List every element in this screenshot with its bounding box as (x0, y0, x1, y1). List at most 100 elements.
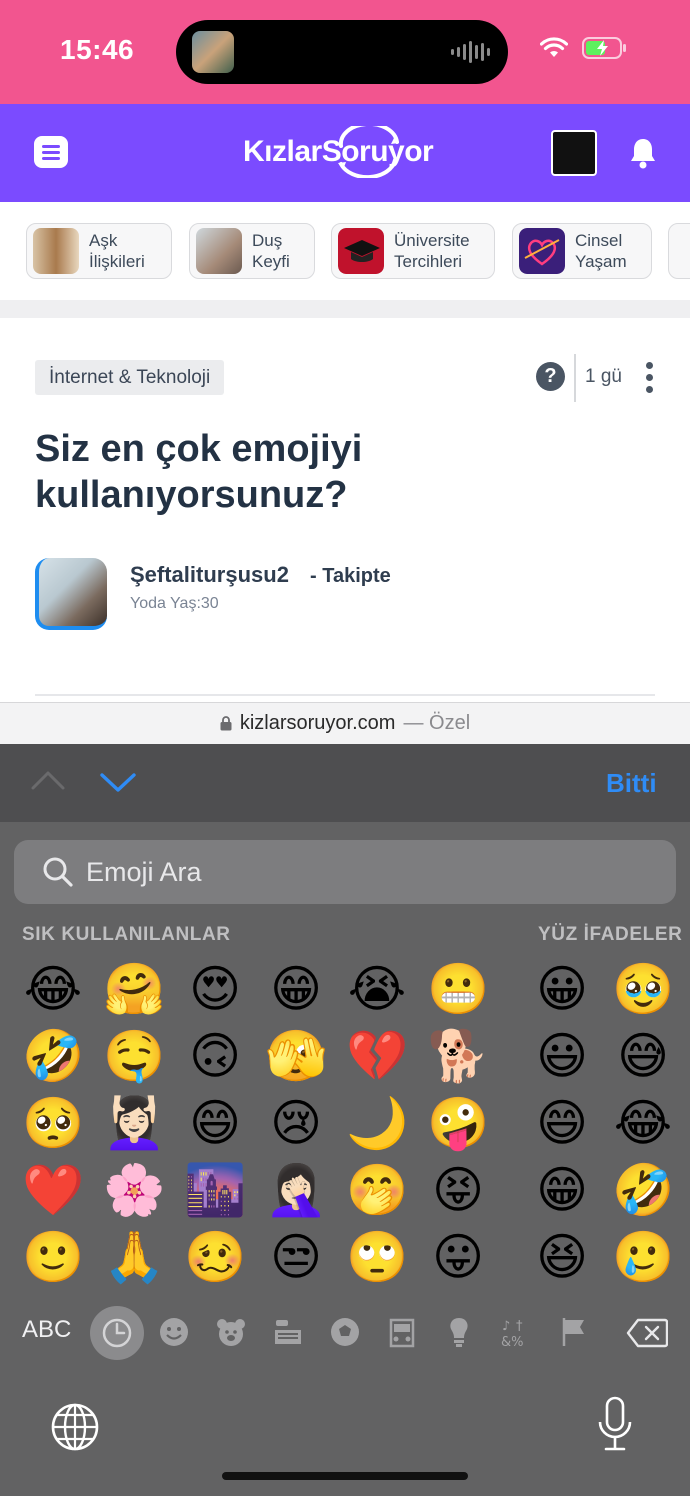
user-avatar[interactable] (551, 130, 597, 176)
emoji-key[interactable]: 😝 (427, 1159, 489, 1221)
emoji-search-input[interactable]: Emoji Ara (14, 840, 676, 904)
emoji-key[interactable]: 🥴 (184, 1226, 246, 1288)
emoji-key[interactable]: 🙂 (22, 1226, 84, 1288)
abc-key[interactable]: ABC (22, 1316, 71, 1344)
category-label: Üniversite Tercihleri (394, 231, 470, 271)
done-button[interactable]: Bitti (606, 768, 657, 799)
category-strip[interactable]: Aşk İlişkileri Duş Keyfi Üniversite Terc… (0, 202, 690, 300)
emoji-key[interactable]: 😢 (265, 1092, 327, 1154)
bulb-icon[interactable] (441, 1314, 477, 1350)
emoji-grid: 😂 🤗 😍 😁 😭 😬 🤣 🤤 🙃 🫣 💔 🐕 🥺 💆🏻‍♀️ 😄 😢 🌙 🤪 ❤️ 🌸 🌆 🤦🏻‍♀️ 🤭 😝 🙂 🙏 🥴 😒 🙄 😛 😀… (0, 958, 690, 1288)
section-divider (0, 300, 690, 318)
emoji-key[interactable]: 💆🏻‍♀️ (103, 1092, 165, 1154)
category-chip-more[interactable] (668, 223, 690, 279)
emoji-key[interactable]: 😂 (22, 958, 84, 1020)
food-icon[interactable] (270, 1314, 306, 1350)
emoji-key[interactable]: 🐕 (427, 1025, 489, 1087)
emoji-key[interactable]: 🤪 (427, 1092, 489, 1154)
chevron-down-icon[interactable] (99, 770, 137, 794)
category-chip-universite-tercihleri[interactable]: Üniversite Tercihleri (331, 223, 495, 279)
emoji-key[interactable]: 🤣 (612, 1159, 674, 1221)
category-chip-ask-iliskileri[interactable]: Aşk İlişkileri (26, 223, 172, 279)
section-label-faces: YÜZ İFADELER (538, 924, 683, 945)
author-meta: Yoda Yaş:30 (130, 595, 219, 612)
emoji-key[interactable]: 🤗 (103, 958, 165, 1020)
emoji-key[interactable]: 😆 (531, 1226, 593, 1288)
card-divider (35, 694, 655, 696)
dynamic-island[interactable] (176, 20, 508, 84)
emoji-key[interactable]: 🥹 (612, 958, 674, 1020)
emoji-key[interactable]: 🌸 (103, 1159, 165, 1221)
author-avatar[interactable] (35, 558, 107, 630)
emoji-key[interactable]: 🙃 (184, 1025, 246, 1087)
emoji-key[interactable]: 🤤 (103, 1025, 165, 1087)
smiley-icon[interactable] (156, 1314, 192, 1350)
section-label-frequent: SIK KULLANILANLAR (22, 924, 231, 945)
emoji-key[interactable]: 😅 (612, 1025, 674, 1087)
emoji-key[interactable]: 🙏 (103, 1226, 165, 1288)
emoji-category-bar: ABC ♪ † &% (0, 1306, 690, 1362)
emoji-key[interactable]: 🌆 (184, 1159, 246, 1221)
more-options-icon[interactable] (644, 362, 656, 394)
ball-icon[interactable] (327, 1314, 363, 1350)
symbols-icon[interactable]: ♪ † &% (498, 1314, 534, 1350)
logo-ring-icon (338, 126, 399, 178)
emoji-key[interactable]: 🤭 (346, 1159, 408, 1221)
flag-icon[interactable] (555, 1314, 591, 1350)
emoji-key[interactable]: 😬 (427, 958, 489, 1020)
emoji-key[interactable]: 😍 (184, 958, 246, 1020)
wifi-icon (540, 37, 568, 57)
browser-url-bar[interactable]: kizlarsoruyor.com — Özel (0, 702, 690, 744)
svg-text:&%: &% (501, 1335, 524, 1350)
author-name[interactable]: Şeftaliturşusu2 (130, 562, 289, 588)
emoji-key[interactable]: 😀 (531, 958, 593, 1020)
bear-icon[interactable] (213, 1314, 249, 1350)
emoji-key[interactable]: 😄 (184, 1092, 246, 1154)
chevron-up-icon[interactable] (30, 768, 66, 792)
topic-tag[interactable]: İnternet & Teknoloji (35, 360, 225, 395)
question-card: İnternet & Teknoloji ? 1 gü Siz en çok e… (0, 318, 690, 702)
status-time: 15:46 (60, 34, 135, 65)
delete-key-icon[interactable] (626, 1318, 668, 1348)
emoji-key[interactable]: 😃 (531, 1025, 593, 1087)
emoji-key[interactable]: 😂 (612, 1092, 674, 1154)
emoji-key[interactable]: 😒 (265, 1226, 327, 1288)
emoji-key[interactable]: 😁 (265, 958, 327, 1020)
emoji-key[interactable]: 😭 (346, 958, 408, 1020)
emoji-key[interactable]: 🥲 (612, 1226, 674, 1288)
menu-button[interactable] (34, 136, 68, 168)
emoji-key[interactable]: 😄 (531, 1092, 593, 1154)
now-playing-thumbnail (192, 31, 234, 73)
emoji-keyboard: Emoji Ara SIK KULLANILANLAR YÜZ İFADELER… (0, 822, 690, 1496)
emoji-key[interactable]: 🫣 (265, 1025, 327, 1087)
emoji-key[interactable]: 😁 (531, 1159, 593, 1221)
emoji-key[interactable]: 🤦🏻‍♀️ (265, 1159, 327, 1221)
car-icon[interactable] (384, 1314, 420, 1350)
emoji-key[interactable]: 💔 (346, 1025, 408, 1087)
globe-icon[interactable] (50, 1402, 100, 1452)
category-chip-cinsel-yasam[interactable]: Cinsel Yaşam (512, 223, 652, 279)
question-type-icon[interactable]: ? (536, 362, 565, 391)
woman-shower-photo-icon (196, 228, 242, 274)
graduation-cap-icon (338, 228, 384, 274)
recent-icon[interactable] (99, 1315, 135, 1351)
time-ago: 1 gü (585, 366, 622, 387)
follow-status[interactable]: - Takipte (310, 565, 391, 588)
status-icons (540, 36, 628, 60)
category-chip-dus-keyfi[interactable]: Duş Keyfi (189, 223, 315, 279)
site-logo[interactable]: KızlarSoruyor (243, 126, 434, 178)
home-indicator (222, 1472, 468, 1480)
bell-icon[interactable] (628, 136, 658, 170)
emoji-key[interactable]: 🙄 (346, 1226, 408, 1288)
emoji-key[interactable]: 🤣 (22, 1025, 84, 1087)
site-header: KızlarSoruyor (0, 104, 690, 202)
emoji-key[interactable]: 😛 (427, 1226, 489, 1288)
search-icon (43, 857, 73, 887)
emoji-key[interactable]: ❤️ (22, 1159, 84, 1221)
emoji-key[interactable]: 🥺 (22, 1092, 84, 1154)
emoji-key[interactable]: 🌙 (346, 1092, 408, 1154)
url-text: kizlarsoruyor.com (239, 712, 396, 734)
battery-charging-icon (582, 37, 626, 59)
microphone-icon[interactable] (596, 1396, 634, 1454)
lock-icon (220, 716, 232, 731)
